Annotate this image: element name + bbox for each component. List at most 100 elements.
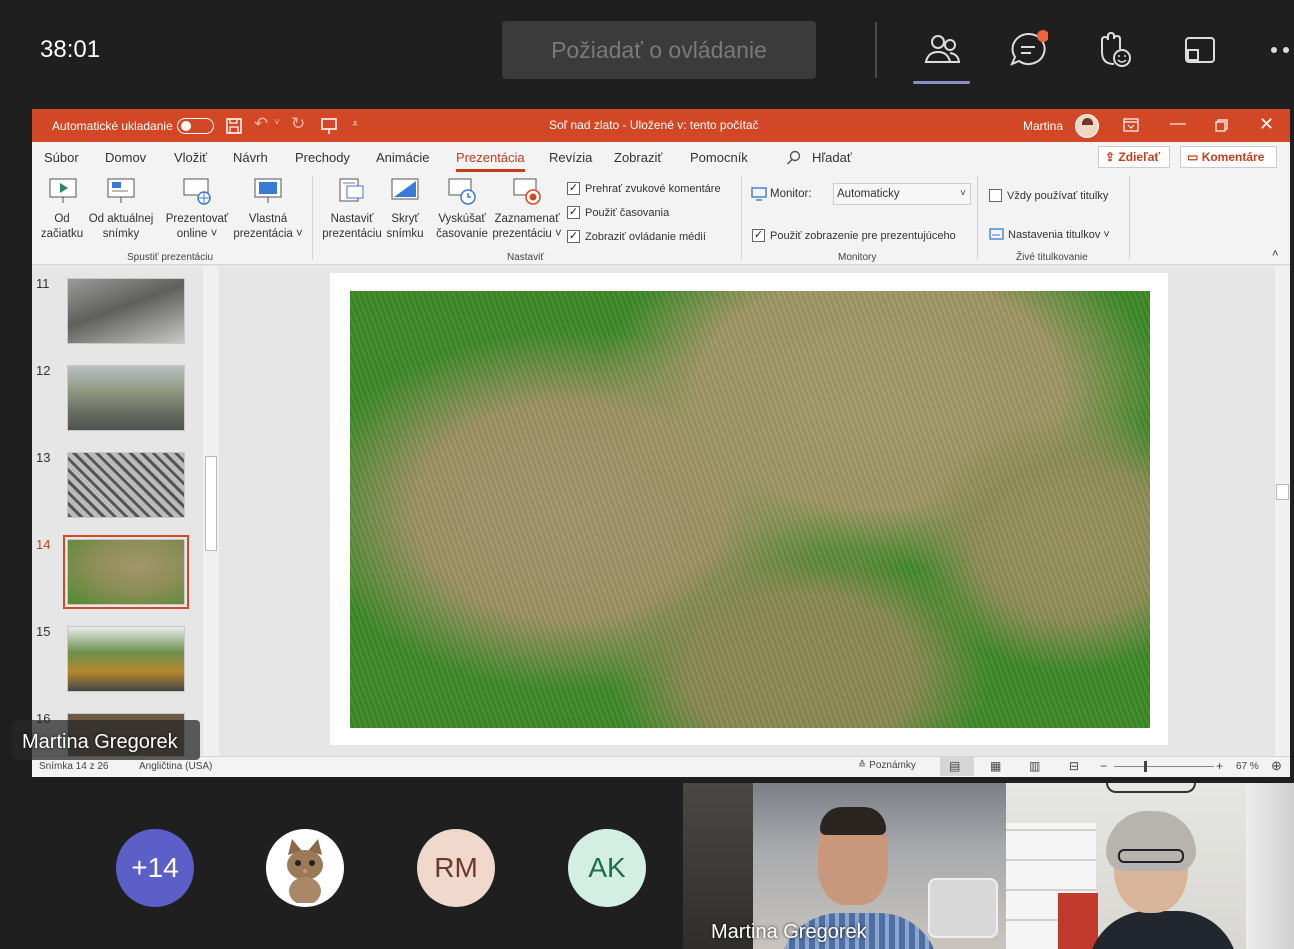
share-label: Zdieľať [1118, 150, 1161, 164]
powerpoint-title-bar: Automatické ukladanie ↶ ˅ ↻ ⩡ Soľ nad zl… [32, 109, 1290, 142]
present-online-icon [183, 178, 211, 205]
chat-icon[interactable] [1008, 30, 1048, 70]
close-icon[interactable]: ✕ [1259, 114, 1274, 135]
custom-show-label: Vlastná prezentácia ˅ [233, 213, 303, 240]
redo-icon[interactable]: ↻ [291, 114, 305, 134]
share-screen-icon[interactable] [1180, 30, 1220, 70]
reading-view-icon[interactable]: ▥ [1029, 759, 1040, 773]
scrollbar-thumb[interactable] [205, 456, 217, 551]
search-icon[interactable] [786, 150, 802, 166]
group-captions-label: Živé titulkovanie [1016, 252, 1088, 263]
participant-avatar-rm[interactable]: RM [417, 829, 495, 907]
slide-thumbnail-12[interactable] [67, 365, 185, 431]
video-background-red-boxes [1058, 893, 1098, 949]
checkbox-box: ✓ [567, 206, 580, 219]
people-icon[interactable] [922, 30, 962, 70]
kitten-icon [287, 839, 323, 903]
slide-number: 11 [36, 276, 50, 291]
slide-thumbnail-11[interactable] [67, 278, 185, 344]
toolbar-divider [875, 22, 877, 78]
language-indicator[interactable]: Angličtina (USA) [139, 761, 212, 772]
shared-screen: Automatické ukladanie ↶ ˅ ↻ ⩡ Soľ nad zl… [32, 109, 1290, 777]
monitor-label: Monitor: [770, 188, 812, 200]
slide-thumbnail-13[interactable] [67, 452, 185, 518]
subtitle-settings-button[interactable]: Nastavenia titulkov ˅ [989, 228, 1110, 241]
group-separator [977, 176, 978, 260]
ribbon-display-options-icon[interactable] [1123, 118, 1139, 132]
slide-thumbnails-pane: 11 12 13 14 15 16 [32, 266, 222, 756]
save-icon[interactable] [225, 117, 243, 135]
comments-button[interactable]: ▭ Komentáre [1180, 146, 1277, 168]
autosave-toggle[interactable] [177, 118, 214, 134]
play-from-current-icon [107, 178, 135, 203]
from-start-label: Od začiatku [40, 213, 84, 240]
share-icon: ⇪ [1105, 150, 1116, 164]
presenter-view-checkbox[interactable]: ✓ Použiť zobrazenie pre prezentujúceho [752, 229, 956, 242]
current-slide[interactable] [330, 273, 1168, 745]
slide-thumbnail-14-selected[interactable] [63, 535, 189, 609]
zoom-level[interactable]: 67 % [1236, 761, 1259, 772]
tab-file[interactable]: Súbor [44, 150, 79, 165]
share-button[interactable]: ⇪ Zdieľať [1098, 146, 1170, 168]
start-slideshow-icon[interactable] [320, 117, 338, 135]
undo-icon[interactable]: ↶ [254, 114, 268, 134]
slide-sorter-icon[interactable]: ▦ [990, 759, 1001, 773]
use-timings-checkbox[interactable]: ✓ Použiť časovania [567, 206, 669, 219]
hide-slide-label: Skryť snímku [386, 213, 424, 240]
customize-qat-icon[interactable]: ⩡ [352, 118, 358, 131]
slideshow-view-icon[interactable]: ⊟ [1069, 759, 1079, 773]
raise-hand-icon[interactable] [1094, 30, 1134, 70]
undo-dropdown-icon[interactable]: ˅ [274, 117, 280, 128]
tab-slideshow[interactable]: Prezentácia [456, 150, 525, 172]
person-hair [820, 807, 886, 835]
tab-animations[interactable]: Animácie [376, 150, 429, 165]
collapse-ribbon-icon[interactable]: ˄ [1272, 248, 1278, 260]
tab-home[interactable]: Domov [105, 150, 146, 165]
play-narrations-label: Prehrať zvukové komentáre [585, 182, 721, 195]
more-options-icon[interactable] [1266, 30, 1294, 70]
ribbon-slideshow: Od začiatku Od aktuálnej snímky Prezento… [32, 172, 1290, 265]
monitor-select[interactable]: Automaticky ˅ [833, 183, 971, 205]
scrollbar-thumb[interactable] [1276, 484, 1289, 500]
group-separator [741, 176, 742, 260]
fit-to-window-icon[interactable]: ⊕ [1271, 758, 1282, 774]
slide-scrollbar[interactable] [1275, 266, 1290, 756]
checkbox-box: ✓ [567, 182, 580, 195]
play-from-start-icon [49, 178, 77, 203]
hide-slide-icon [391, 178, 419, 200]
minimize-icon[interactable]: — [1170, 115, 1186, 133]
always-subtitles-checkbox[interactable]: Vždy používať titulky [989, 189, 1108, 202]
tab-design[interactable]: Návrh [233, 150, 268, 165]
video-tile-presenter[interactable]: Martina Gregorek [683, 783, 1006, 949]
meeting-timer: 38:01 [40, 36, 101, 63]
user-name: Martina [1023, 119, 1064, 133]
thumbnails-scrollbar[interactable] [203, 266, 219, 756]
tab-insert[interactable]: Vložiť [174, 150, 207, 165]
restore-icon[interactable] [1215, 119, 1228, 132]
kitten-avatar[interactable] [266, 829, 344, 907]
from-current-label: Od aktuálnej snímky [88, 213, 154, 240]
play-narrations-checkbox[interactable]: ✓ Prehrať zvukové komentáre [567, 182, 721, 195]
monitor-select-value: Automaticky [837, 188, 900, 200]
user-avatar[interactable] [1075, 114, 1099, 138]
grass-photo [350, 291, 1150, 728]
more-participants-button[interactable]: +14 [116, 829, 194, 907]
zoom-out-icon[interactable]: − [1100, 759, 1107, 773]
request-control-button[interactable]: Požiadať o ovládanie [502, 21, 816, 79]
tab-help[interactable]: Pomocník [690, 150, 748, 165]
notes-button[interactable]: ≙ Poznámky [858, 760, 916, 771]
search-box[interactable]: Hľadať [812, 150, 852, 165]
show-media-controls-checkbox[interactable]: ✓ Zobraziť ovládanie médií [567, 230, 706, 243]
checkbox-box: ✓ [567, 230, 580, 243]
tab-review[interactable]: Revízia [549, 150, 592, 165]
slide-number: 13 [36, 450, 51, 465]
zoom-in-icon[interactable]: + [1216, 759, 1223, 773]
participant-avatar-ak[interactable]: AK [568, 829, 646, 907]
zoom-slider[interactable] [1114, 766, 1214, 767]
video-background-appliance [928, 878, 998, 938]
tab-view[interactable]: Zobraziť [614, 150, 662, 165]
tab-transitions[interactable]: Prechody [295, 150, 350, 165]
slide-thumbnail-15[interactable] [67, 626, 185, 692]
zoom-slider-thumb[interactable] [1144, 761, 1147, 772]
video-tile-participant[interactable] [1006, 783, 1294, 949]
